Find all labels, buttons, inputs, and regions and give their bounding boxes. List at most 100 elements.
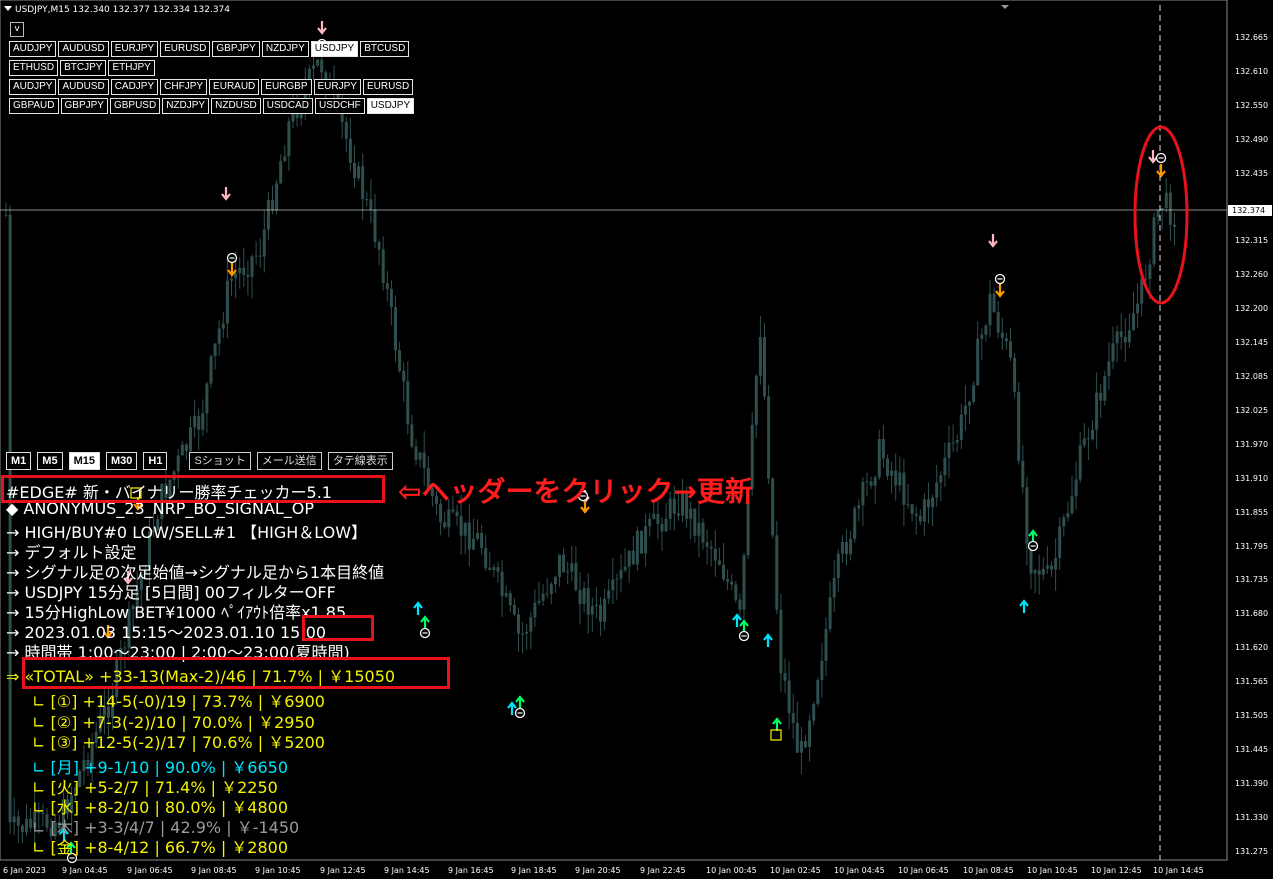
symbol-button-gbpjpy[interactable]: GBPJPY xyxy=(60,98,108,114)
symbol-button-eurjpy[interactable]: EURJPY xyxy=(110,41,159,57)
chart-menu-icon[interactable] xyxy=(4,6,12,11)
candle-body xyxy=(992,293,996,312)
symbol-button-eurgbp[interactable]: EURGBP xyxy=(261,79,312,95)
candle-body xyxy=(968,401,971,406)
candle-body xyxy=(221,323,225,329)
symbol-button-audusd[interactable]: AUDUSD xyxy=(58,41,109,57)
price-label: 132.435 xyxy=(1235,168,1269,178)
send-mail-button[interactable]: メール送信 xyxy=(256,452,322,470)
candle-body xyxy=(586,588,590,615)
candle-body xyxy=(836,553,840,579)
candle-body xyxy=(955,439,959,443)
tf-h1-button[interactable]: H1 xyxy=(143,452,168,470)
candle-body xyxy=(1041,568,1045,575)
time-label: 9 Jan 14:45 xyxy=(384,866,430,875)
symbol-row-1: AUDJPY AUDUSD EURJPY EURUSD GBPJPY NZDJPY USDJ… xyxy=(9,41,410,57)
symbol-button-usdchf[interactable]: USDCHF xyxy=(315,98,365,114)
candle-body xyxy=(791,713,795,723)
symbol-button-usdcad[interactable]: USDCAD xyxy=(262,98,314,114)
candle-body xyxy=(1103,376,1107,401)
candle-body xyxy=(779,609,783,674)
time-label: 10 Jan 06:45 xyxy=(898,866,949,875)
candle-body xyxy=(824,629,828,661)
symbol-button-audjpy[interactable]: AUDJPY xyxy=(9,79,57,95)
candle-body xyxy=(918,515,922,522)
symbol-button-btcjpy[interactable]: BTCJPY xyxy=(60,60,107,76)
candle-body xyxy=(951,442,955,444)
symbol-button-gbpjpy[interactable]: GBPJPY xyxy=(212,41,260,57)
candle-body xyxy=(566,571,570,573)
symbol-button-gbpaud[interactable]: GBPAUD xyxy=(9,98,59,114)
price-label: 131.795 xyxy=(1235,541,1269,551)
tf-m5-button[interactable]: M5 xyxy=(37,452,63,470)
candle-body xyxy=(242,267,246,275)
candle-body xyxy=(947,442,951,458)
symbol-button-euraud[interactable]: EURAUD xyxy=(209,79,260,95)
collapse-button[interactable]: v xyxy=(10,22,24,37)
price-label: 131.970 xyxy=(1235,439,1269,449)
symbol-button-usdjpy[interactable]: USDJPY xyxy=(310,41,359,57)
symbol-button-audjpy[interactable]: AUDJPY xyxy=(9,41,57,57)
chart-title: USDJPY,M15 132.340 132.377 132.334 132.3… xyxy=(4,5,230,15)
price-label: 131.275 xyxy=(1235,846,1269,856)
candle-body xyxy=(504,593,508,597)
time-label: 9 Jan 12:45 xyxy=(320,866,366,875)
candle-body xyxy=(697,522,701,536)
candle-body xyxy=(812,704,816,721)
price-label: 131.565 xyxy=(1235,677,1269,687)
candle-body xyxy=(459,516,463,536)
price-label: 132.490 xyxy=(1235,134,1269,144)
symbol-button-btcusd[interactable]: BTCUSD xyxy=(360,41,410,57)
candle-body xyxy=(230,278,233,281)
candle-body xyxy=(845,541,848,555)
candle-body xyxy=(1173,224,1176,227)
candle-body xyxy=(730,581,734,585)
symbol-button-audusd[interactable]: AUDUSD xyxy=(58,79,109,95)
candle-body xyxy=(234,273,238,279)
candle-body xyxy=(886,458,889,476)
symbol-button-nzdjpy[interactable]: NZDJPY xyxy=(162,98,210,114)
candle-body xyxy=(320,59,324,73)
symbol-button-chfjpy[interactable]: CHFJPY xyxy=(160,79,208,95)
tf-m15-button[interactable]: M15 xyxy=(68,452,100,470)
symbol-button-eurusd[interactable]: EURUSD xyxy=(362,79,414,95)
symbol-button-cadjpy[interactable]: CADJPY xyxy=(110,79,159,95)
symbol-button-nzdjpy[interactable]: NZDJPY xyxy=(261,41,309,57)
candle-body xyxy=(476,533,479,539)
candle-body xyxy=(1115,331,1119,344)
candle-body xyxy=(4,214,8,216)
candle-body xyxy=(767,396,771,479)
candle-body xyxy=(873,477,877,486)
candle-body xyxy=(607,590,611,599)
tf-m30-button[interactable]: M30 xyxy=(105,452,138,470)
screenshot-button[interactable]: Sショット xyxy=(189,452,251,470)
symbol-button-eurjpy[interactable]: EURJPY xyxy=(313,79,361,95)
price-label: 132.315 xyxy=(1235,236,1269,246)
candle-body xyxy=(537,600,541,603)
symbol-button-eurusd[interactable]: EURUSD xyxy=(160,41,211,57)
symbol-button-ethusd[interactable]: ETHUSD xyxy=(9,60,59,76)
symbol-button-gbpusd[interactable]: GBPUSD xyxy=(109,98,161,114)
candle-body xyxy=(861,482,865,506)
symbol-button-nzdusd[interactable]: NZDUSD xyxy=(211,98,261,114)
candle-body xyxy=(988,293,992,326)
candle-body xyxy=(1021,460,1025,488)
symbol-button-ethjpy[interactable]: ETHJPY xyxy=(108,60,155,76)
candle-body xyxy=(738,599,742,610)
symbol-button-usdjpy[interactable]: USDJPY xyxy=(366,98,415,114)
candle-body xyxy=(865,481,869,483)
vertical-line-toggle-button[interactable]: タテ線表示 xyxy=(327,452,393,470)
candle-body xyxy=(717,560,721,565)
candle-body xyxy=(394,307,397,351)
candle-body xyxy=(258,255,262,257)
candle-body xyxy=(599,604,602,622)
candle-body xyxy=(25,818,28,833)
candle-body xyxy=(1152,217,1156,265)
candle-body xyxy=(656,513,660,525)
candle-body xyxy=(795,722,799,753)
candle-body xyxy=(471,538,475,550)
tf-m1-button[interactable]: M1 xyxy=(6,452,32,470)
candle-body xyxy=(984,325,988,335)
candle-body xyxy=(1156,209,1160,218)
candle-body xyxy=(1132,313,1135,331)
